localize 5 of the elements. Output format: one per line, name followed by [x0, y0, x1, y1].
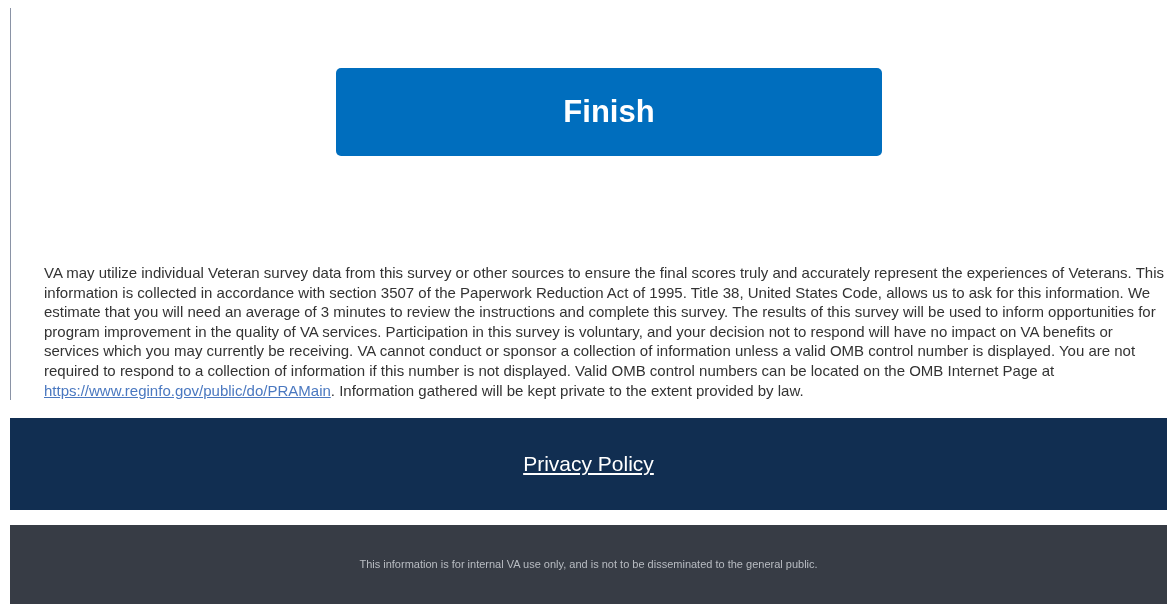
- notice-text: This information is for internal VA use only, and is not to be disseminated to the general public.: [359, 557, 818, 573]
- pra-link[interactable]: https://www.reginfo.gov/public/do/PRAMain: [44, 381, 331, 399]
- privacy-policy-link[interactable]: Privacy Policy: [523, 448, 654, 480]
- survey-disclaimer: VA may utilize individual Veteran survey data from this survey or other sources to ensure the final scores truly and accurately represent the experiences of Veterans. This information is collected in accordance with section 3507 of the Paperwork Reduction Act of 1995. Title 38, United States Code, allows us to ask for this information. We estimate that you will need an average of 3 minutes to review the instructions and complete this survey. The results of this survey will be used to inform opportunities for program improvement in the quality of VA services. Participation in this survey is voluntary, and your decision not to respond will have no impact on VA benefits or services which you may currently be receiving. VA cannot conduct or sponsor a collection of information unless a valid OMB control number is displayed. You are not required to respond to a collection of information if this number is not displayed. Valid OMB control numbers can be located on the OMB Internet Page at https://www.reginfo.gov/public/do/PRAMain. Information gathered will be kept private to the extent provided by law.: [44, 263, 1165, 401]
- finish-button[interactable]: Finish: [336, 68, 882, 156]
